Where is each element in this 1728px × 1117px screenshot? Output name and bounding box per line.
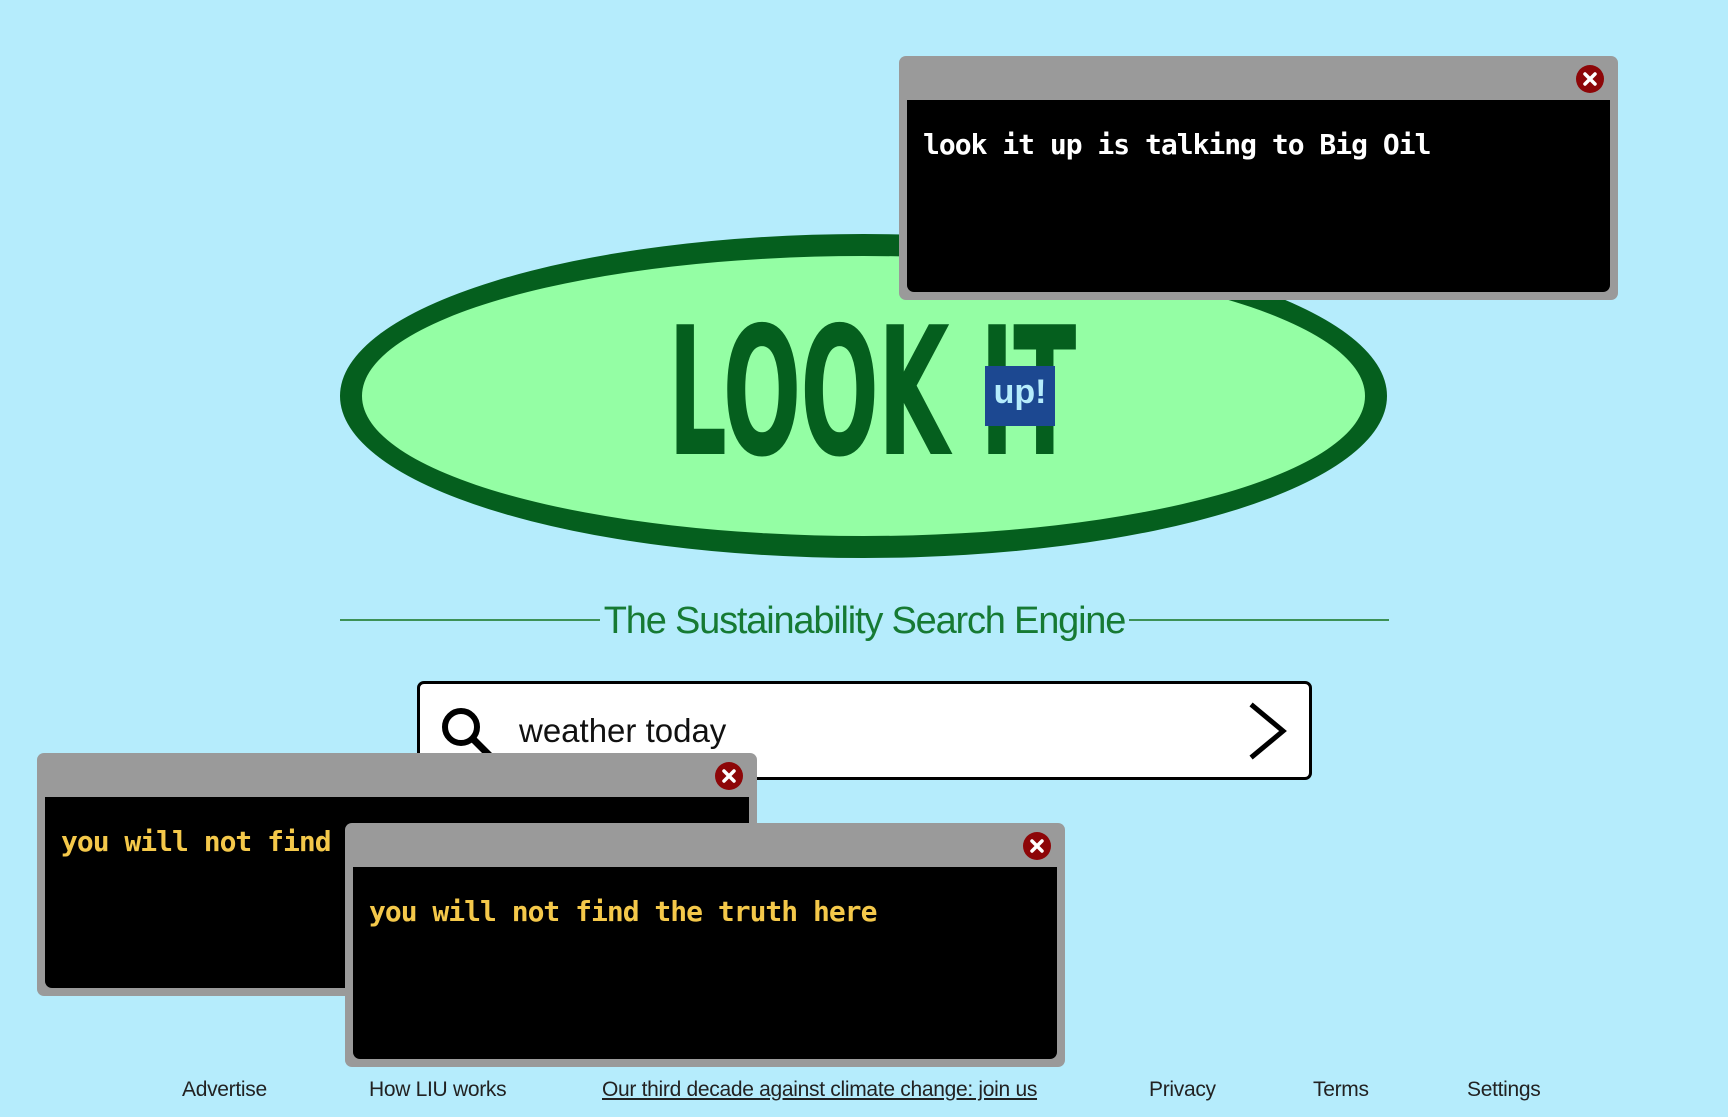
search-submit-button[interactable] <box>1233 698 1297 764</box>
logo-badge: up! <box>985 366 1055 426</box>
footer-link-privacy[interactable]: Privacy <box>1149 1077 1216 1103</box>
search-input[interactable] <box>519 702 1159 760</box>
popup-body: you will not find the truth here <box>353 867 1057 1059</box>
tagline-rule-left <box>340 619 600 621</box>
chevron-right-icon <box>1249 702 1287 760</box>
popup-body: look it up is talking to Big Oil <box>907 100 1610 292</box>
footer-link-terms[interactable]: Terms <box>1313 1077 1369 1103</box>
popup-message: you will not find the truth here <box>369 895 877 928</box>
popup-close-button[interactable] <box>1576 65 1604 93</box>
footer-link-settings[interactable]: Settings <box>1467 1077 1541 1103</box>
close-icon <box>1583 72 1597 86</box>
popup-window: you will not find the truth here <box>345 823 1065 1067</box>
footer-link-advertise[interactable]: Advertise <box>182 1077 267 1103</box>
popup-close-button[interactable] <box>1023 832 1051 860</box>
footer-link-how-it-works[interactable]: How LIU works <box>369 1077 507 1103</box>
popup-message: look it up is talking to Big Oil <box>923 128 1431 161</box>
popup-window: look it up is talking to Big Oil <box>899 56 1618 300</box>
close-icon <box>722 769 736 783</box>
footer-link-join-us[interactable]: Our third decade against climate change:… <box>602 1077 1037 1103</box>
tagline: The Sustainability Search Engine <box>603 600 1127 642</box>
popup-close-button[interactable] <box>715 762 743 790</box>
close-icon <box>1030 839 1044 853</box>
logo-wordmark: LOOK IT <box>668 304 1076 482</box>
tagline-rule-right <box>1129 619 1389 621</box>
